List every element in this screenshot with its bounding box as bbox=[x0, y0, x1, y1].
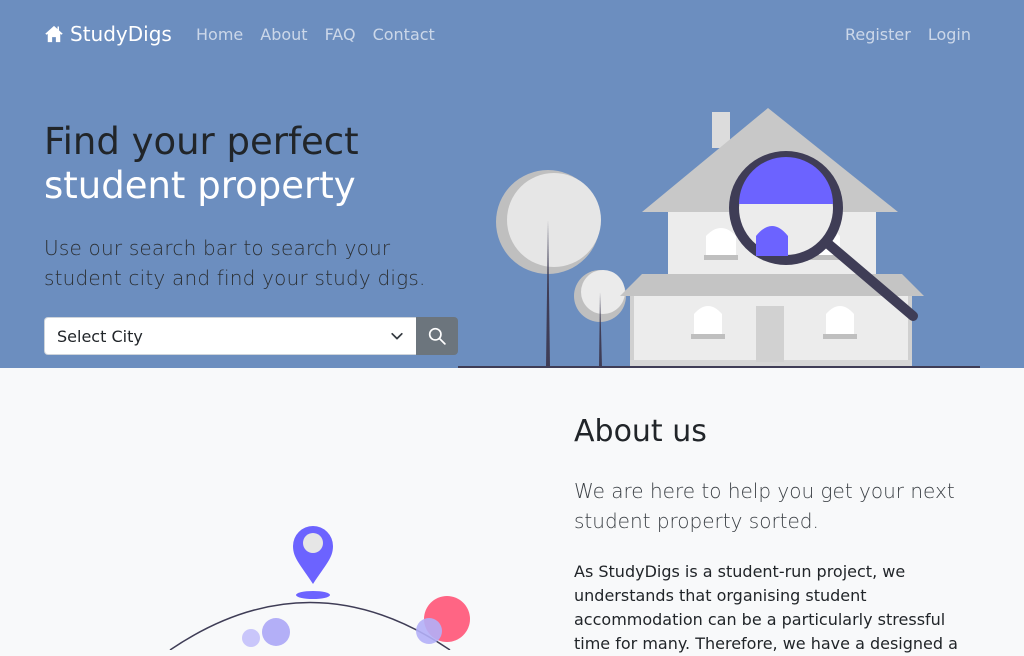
about-lead: We are here to help you get your next st… bbox=[574, 479, 955, 533]
hero-title-line1: Find your perfect bbox=[44, 120, 359, 163]
search-button[interactable] bbox=[416, 317, 458, 355]
search-icon bbox=[428, 327, 446, 345]
location-map-illustration bbox=[169, 526, 470, 650]
nav-register[interactable]: Register bbox=[845, 25, 911, 45]
about-title: About us bbox=[574, 414, 707, 449]
navbar: StudyDigs Home About FAQ Contact Registe… bbox=[0, 0, 1024, 72]
brand-link[interactable]: StudyDigs bbox=[44, 22, 172, 46]
city-search-form: Select City bbox=[44, 317, 458, 355]
chevron-down-icon bbox=[391, 332, 403, 340]
hero-section: StudyDigs Home About FAQ Contact Registe… bbox=[0, 0, 1024, 368]
nav-links: Home About FAQ Contact bbox=[196, 25, 435, 45]
house-search-illustration bbox=[458, 108, 980, 368]
hero-title-line2: student property bbox=[44, 164, 356, 207]
nav-home[interactable]: Home bbox=[196, 25, 243, 45]
brand-name: StudyDigs bbox=[70, 22, 172, 46]
nav-login[interactable]: Login bbox=[928, 25, 971, 45]
nav-contact[interactable]: Contact bbox=[373, 25, 435, 45]
about-body: As StudyDigs is a student-run project, w… bbox=[574, 562, 958, 653]
hero-title: Find your perfect student property bbox=[44, 120, 464, 208]
nav-faq[interactable]: FAQ bbox=[325, 25, 356, 45]
house-icon bbox=[45, 25, 63, 43]
city-select[interactable]: Select City bbox=[44, 317, 416, 355]
nav-auth-links: Register Login bbox=[845, 25, 971, 45]
city-select-value: Select City bbox=[57, 326, 143, 346]
hero-lead: Use our search bar to search your studen… bbox=[44, 236, 426, 290]
nav-about[interactable]: About bbox=[260, 25, 307, 45]
